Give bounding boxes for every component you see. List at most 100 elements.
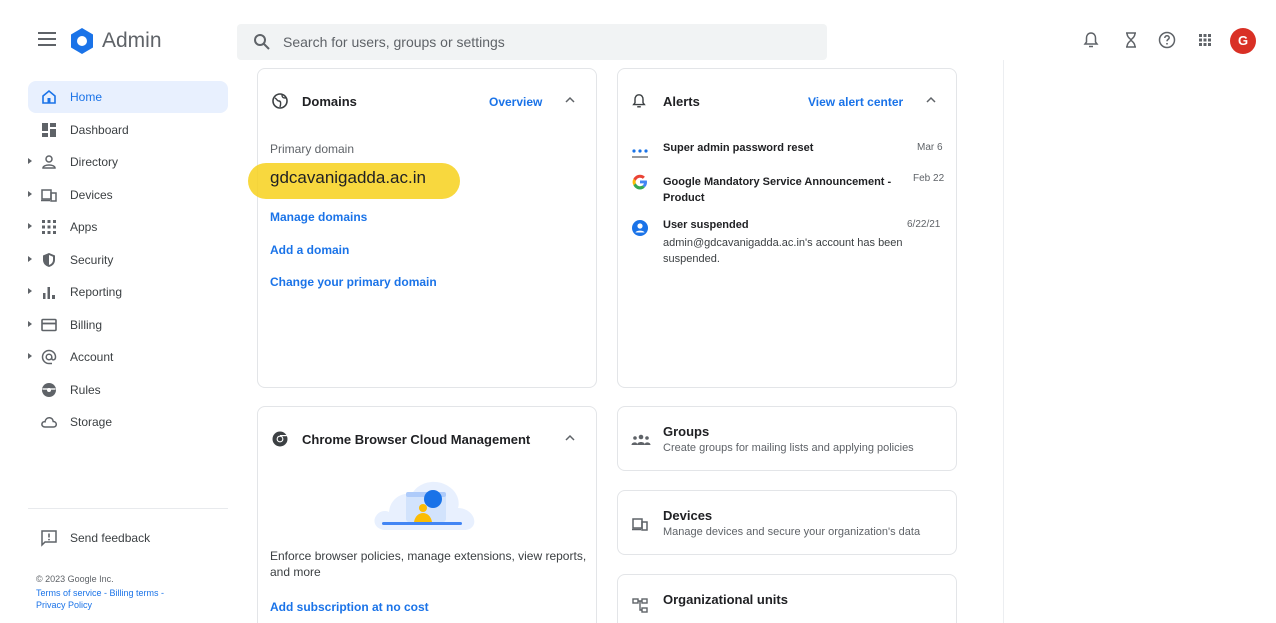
alerts-card-title: Alerts — [663, 94, 700, 109]
at-sign-icon — [41, 349, 57, 365]
expand-arrow-icon[interactable] — [28, 223, 32, 229]
sidebar-item-storage[interactable]: Storage — [28, 406, 228, 438]
main-menu-button[interactable] — [38, 32, 56, 46]
sidebar-item-label: Billing — [70, 318, 103, 332]
sidebar-item-label: Devices — [70, 188, 113, 202]
sidebar-item-label: Reporting — [70, 285, 123, 299]
primary-domain-value: gdcavanigadda.ac.in — [270, 168, 426, 187]
apps-grid-icon[interactable] — [1196, 31, 1214, 49]
password-dots-icon — [632, 149, 648, 158]
groups-icon — [631, 434, 651, 445]
org-units-tile-title: Organizational units — [663, 592, 788, 607]
devices-tile-title: Devices — [663, 508, 713, 523]
sidebar-item-apps[interactable]: Apps — [28, 211, 228, 243]
search-bar[interactable] — [237, 24, 827, 60]
domains-overview-link[interactable]: Overview — [489, 95, 542, 109]
sidebar-item-reporting[interactable]: Reporting — [28, 276, 228, 308]
alert-description: admin@gdcavanigadda.ac.in's account has … — [663, 237, 903, 265]
sidebar-item-devices[interactable]: Devices — [28, 179, 228, 211]
account-avatar[interactable]: G — [1230, 28, 1256, 54]
domains-card-title: Domains — [302, 94, 357, 109]
add-subscription-link[interactable]: Add subscription at no cost — [270, 600, 429, 614]
terms-link[interactable]: Terms of service — [36, 588, 102, 598]
admin-logo-icon[interactable] — [68, 27, 96, 55]
shield-icon — [43, 253, 55, 267]
primary-domain-label: Primary domain — [270, 142, 355, 156]
org-units-icon — [632, 598, 648, 613]
bell-icon — [632, 94, 646, 108]
feedback-icon — [41, 530, 57, 547]
help-icon[interactable] — [1158, 31, 1176, 49]
search-input[interactable] — [283, 24, 803, 60]
rules-icon — [42, 383, 56, 397]
sidebar-item-label: Directory — [70, 155, 119, 169]
cloud-icon — [41, 417, 58, 428]
app-name[interactable]: Admin — [102, 29, 162, 53]
expand-arrow-icon[interactable] — [28, 158, 32, 164]
chrome-icon — [272, 431, 288, 447]
devices-icon — [632, 518, 648, 531]
sidebar-divider — [28, 508, 228, 509]
legal-links: Terms of service - Billing terms - Priva… — [36, 588, 165, 610]
send-feedback-button[interactable]: Send feedback — [40, 527, 200, 549]
sidebar-item-label: Rules — [70, 383, 101, 397]
sidebar-item-label: Storage — [70, 415, 113, 429]
sidebar-item-label: Dashboard — [70, 123, 129, 137]
expand-arrow-icon[interactable] — [28, 256, 32, 262]
user-icon — [632, 220, 648, 236]
sidebar-item-directory[interactable]: Directory — [28, 146, 228, 178]
home-icon — [42, 89, 56, 104]
alert-title: Super admin password reset — [663, 142, 814, 154]
directory-icon — [42, 155, 56, 169]
alert-title: Google Mandatory Service Announcement - … — [663, 176, 892, 204]
add-domain-link[interactable]: Add a domain — [270, 243, 349, 257]
chrome-card-title: Chrome Browser Cloud Management — [302, 432, 531, 447]
devices-icon — [41, 189, 57, 202]
groups-tile-title: Groups — [663, 424, 710, 439]
sidebar-item-label: Home — [70, 90, 103, 104]
sidebar-item-account[interactable]: Account — [28, 341, 228, 373]
sidebar-item-label: Security — [70, 253, 114, 267]
change-primary-domain-link[interactable]: Change your primary domain — [270, 275, 437, 289]
browser-illustration-icon — [374, 481, 475, 530]
chrome-card-description: Enforce browser policies, manage extensi… — [270, 549, 587, 579]
sidebar-item-billing[interactable]: Billing — [28, 309, 228, 341]
alert-date: 6/22/21 — [907, 219, 941, 230]
chevron-up-icon[interactable] — [564, 432, 576, 444]
top-bar: Admin G — [0, 0, 1276, 72]
billing-icon — [41, 318, 57, 332]
chevron-up-icon[interactable] — [564, 94, 576, 106]
notifications-icon[interactable] — [1082, 31, 1100, 49]
dashboard-icon — [42, 123, 56, 137]
domains-card — [257, 68, 597, 388]
hourglass-icon[interactable] — [1122, 31, 1140, 49]
sidebar-item-label: Account — [70, 350, 114, 364]
manage-domains-link[interactable]: Manage domains — [270, 210, 367, 224]
expand-arrow-icon[interactable] — [28, 288, 32, 294]
apps-icon — [42, 220, 56, 234]
view-alert-center-link[interactable]: View alert center — [808, 95, 903, 109]
expand-arrow-icon[interactable] — [28, 191, 32, 197]
groups-tile-description: Create groups for mailing lists and appl… — [663, 442, 914, 454]
sidebar-item-security[interactable]: Security — [28, 244, 228, 276]
send-feedback-label: Send feedback — [70, 531, 151, 545]
privacy-link[interactable]: Privacy Policy — [36, 600, 92, 610]
sidebar-item-dashboard[interactable]: Dashboard — [28, 114, 228, 146]
alert-date: Mar 6 — [917, 142, 943, 153]
google-g-icon — [632, 174, 647, 190]
right-panel-divider — [1003, 60, 1004, 623]
chevron-up-icon[interactable] — [925, 94, 937, 106]
devices-tile-description: Manage devices and secure your organizat… — [663, 526, 921, 538]
sidebar-item-label: Apps — [70, 220, 98, 234]
expand-arrow-icon[interactable] — [28, 353, 32, 359]
reporting-icon — [43, 287, 55, 299]
sidebar-item-rules[interactable]: Rules — [28, 374, 228, 406]
billing-terms-link[interactable]: Billing terms — [110, 588, 159, 598]
copyright-text: © 2023 Google Inc. — [36, 574, 114, 584]
expand-arrow-icon[interactable] — [28, 321, 32, 327]
sidebar-item-home[interactable]: Home — [28, 81, 228, 113]
alert-date: Feb 22 — [913, 173, 945, 184]
alert-title: User suspended — [663, 219, 749, 231]
search-icon — [254, 34, 270, 50]
globe-icon — [272, 93, 288, 109]
